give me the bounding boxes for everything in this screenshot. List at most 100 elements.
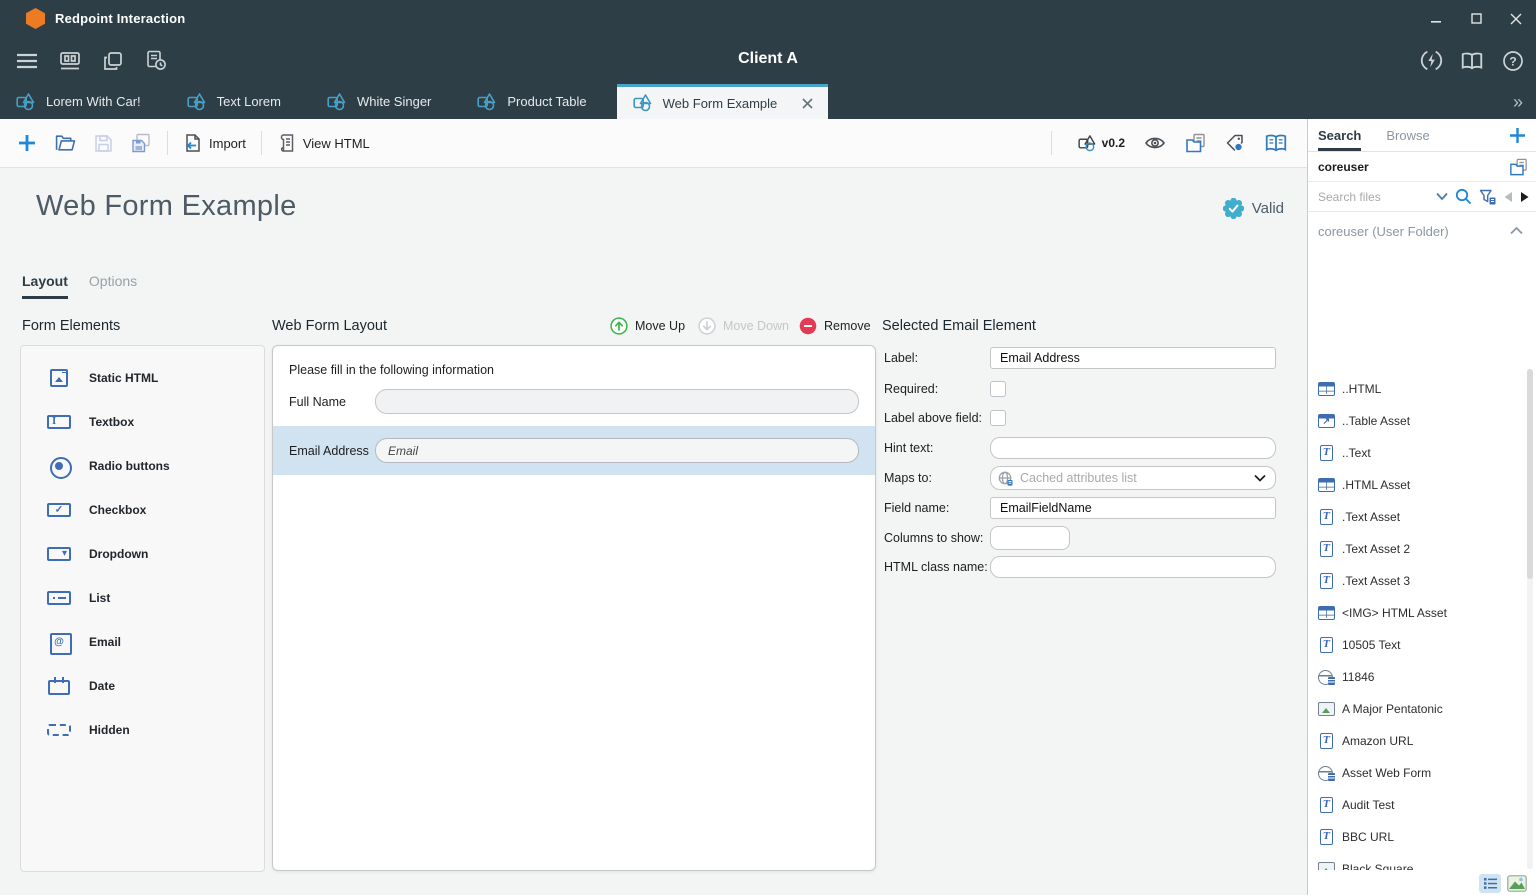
webform-icon — [1318, 765, 1335, 781]
user-name: coreuser — [1318, 160, 1369, 174]
minimize-button[interactable] — [1416, 0, 1456, 37]
form-element-item[interactable]: Static HTML — [21, 356, 264, 400]
file-item[interactable]: ..Table Asset — [1308, 405, 1526, 437]
tab-close-button[interactable] — [802, 98, 813, 109]
columns-to-show-input[interactable] — [990, 526, 1070, 550]
file-item[interactable]: 11846 — [1308, 661, 1526, 693]
tab-layout[interactable]: Layout — [22, 273, 68, 299]
file-item[interactable]: BBC URL — [1308, 821, 1526, 853]
form-element-label: Textbox — [89, 415, 134, 429]
file-item[interactable]: ..HTML — [1308, 373, 1526, 405]
html-class-name-input[interactable] — [990, 556, 1276, 578]
form-element-label: Hidden — [89, 723, 130, 737]
file-item[interactable]: Audit Test — [1308, 789, 1526, 821]
app-logo-icon — [26, 8, 45, 29]
page-next-button[interactable] — [1520, 191, 1530, 203]
save-all-button[interactable] — [122, 126, 160, 160]
folder-contents-button[interactable] — [1185, 133, 1206, 153]
move-down-icon — [698, 317, 716, 335]
collapse-chevron-up-icon[interactable] — [1510, 227, 1523, 235]
file-item[interactable]: ..Text — [1308, 437, 1526, 469]
file-item[interactable]: <IMG> HTML Asset — [1308, 597, 1526, 629]
folder-section-header[interactable]: coreuser (User Folder) — [1308, 212, 1536, 250]
sync-bolt-icon — [1420, 49, 1443, 72]
move-up-button[interactable]: Move Up — [610, 317, 685, 335]
file-item[interactable]: 10505 Text — [1308, 629, 1526, 661]
file-name: Audit Test — [1342, 798, 1394, 812]
file-item[interactable]: Black Square — [1308, 853, 1526, 870]
element-properties-panel: Label: Required: Label above field: Hint… — [884, 347, 1284, 578]
help-button[interactable]: ? — [1500, 48, 1526, 74]
form-element-item[interactable]: Hidden — [21, 708, 264, 752]
required-checkbox[interactable] — [990, 381, 1006, 397]
label-above-checkbox[interactable] — [990, 410, 1006, 426]
open-button[interactable] — [46, 126, 84, 160]
full-name-input[interactable] — [375, 389, 859, 414]
page-prev-button[interactable] — [1503, 191, 1513, 203]
close-button[interactable] — [1496, 0, 1536, 37]
tag-button[interactable] — [1225, 133, 1245, 153]
view-html-icon — [277, 133, 296, 153]
tab-label: Text Lorem — [217, 94, 281, 109]
move-down-button[interactable]: Move Down — [698, 317, 789, 335]
search-button[interactable] — [1455, 188, 1472, 205]
email-input[interactable] — [375, 438, 859, 463]
move-down-label: Move Down — [723, 319, 789, 333]
file-item[interactable]: A Major Pentatonic — [1308, 693, 1526, 725]
user-folder-button[interactable] — [1509, 158, 1528, 176]
form-row-email-selected[interactable]: Email Address — [273, 426, 875, 475]
save-button[interactable] — [84, 126, 122, 160]
form-element-item[interactable]: Textbox — [21, 400, 264, 444]
thumbnail-view-button[interactable] — [1506, 874, 1528, 893]
import-button[interactable]: Import — [175, 133, 254, 153]
scrollbar-thumb[interactable] — [1527, 369, 1533, 579]
library-button[interactable] — [1264, 133, 1288, 153]
remove-button[interactable]: Remove — [799, 317, 871, 335]
file-item[interactable]: .Text Asset 3 — [1308, 565, 1526, 597]
preview-button[interactable] — [1144, 134, 1166, 152]
form-element-item[interactable]: Email — [21, 620, 264, 664]
tab-options[interactable]: Options — [89, 273, 137, 299]
file-item[interactable]: Asset Web Form — [1308, 757, 1526, 789]
tab-search[interactable]: Search — [1318, 119, 1361, 151]
new-button[interactable] — [8, 126, 46, 160]
tab-lorem-with-car[interactable]: Lorem With Car! — [0, 84, 171, 119]
search-scope-dropdown[interactable] — [1436, 192, 1448, 201]
view-html-button[interactable]: View HTML — [269, 133, 378, 153]
form-element-item[interactable]: Date — [21, 664, 264, 708]
tab-product-table[interactable]: Product Table — [461, 84, 616, 119]
svg-text:?: ? — [1509, 54, 1516, 68]
sync-button[interactable] — [1418, 48, 1444, 74]
form-element-item[interactable]: Radio buttons — [21, 444, 264, 488]
maximize-button[interactable] — [1456, 0, 1496, 37]
form-element-label: Date — [89, 679, 115, 693]
file-item[interactable]: .Text Asset 2 — [1308, 533, 1526, 565]
file-name: .Text Asset — [1342, 510, 1400, 524]
list-view-button[interactable] — [1479, 874, 1501, 893]
dropdown-icon — [46, 544, 72, 564]
folder-document-icon — [1509, 158, 1528, 176]
form-row-full-name[interactable]: Full Name — [273, 377, 875, 426]
search-files-input[interactable] — [1318, 190, 1429, 204]
toolbar-divider — [1051, 131, 1052, 155]
form-element-item[interactable]: Dropdown — [21, 532, 264, 576]
docs-button[interactable] — [1459, 48, 1485, 74]
form-element-item[interactable]: Checkbox — [21, 488, 264, 532]
tab-text-lorem[interactable]: Text Lorem — [171, 84, 311, 119]
field-name-input[interactable] — [990, 497, 1276, 519]
hint-text-input[interactable] — [990, 437, 1276, 459]
title-bar: Redpoint Interaction — [0, 0, 1536, 37]
file-item[interactable]: Amazon URL — [1308, 725, 1526, 757]
tab-white-singer[interactable]: White Singer — [311, 84, 461, 119]
tab-web-form-example[interactable]: Web Form Example — [617, 84, 829, 119]
label-input[interactable] — [990, 347, 1276, 369]
file-item[interactable]: .Text Asset — [1308, 501, 1526, 533]
tab-browse[interactable]: Browse — [1386, 119, 1429, 151]
tab-overflow-button[interactable]: » — [1513, 93, 1523, 111]
maps-to-select[interactable]: Cached attributes list — [990, 466, 1276, 490]
filter-button[interactable] — [1479, 189, 1496, 205]
file-item[interactable]: .HTML Asset — [1308, 469, 1526, 501]
sidebar-scrollbar[interactable] — [1527, 369, 1533, 869]
form-element-item[interactable]: List — [21, 576, 264, 620]
add-asset-button[interactable] — [1509, 119, 1526, 151]
